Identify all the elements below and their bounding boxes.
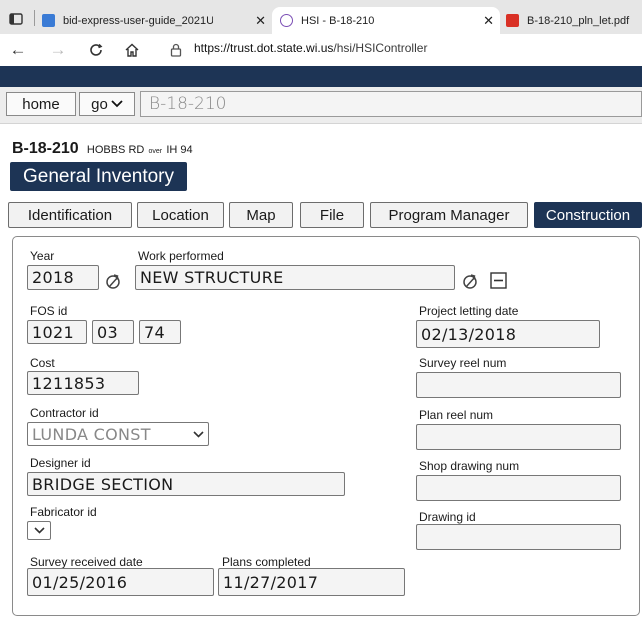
go-button[interactable]: go [79,92,135,116]
chevron-down-icon [111,100,123,108]
lock-icon[interactable] [168,42,184,58]
tab-actions-icon[interactable] [6,9,26,29]
shop-drawing-num-label: Shop drawing num [419,459,520,473]
plan-reel-num-label: Plan reel num [419,408,494,422]
plan-reel-num-field[interactable] [416,424,621,450]
contractor-id-value: LUNDA CONST [32,424,151,444]
tab-construction[interactable]: Construction [534,202,642,228]
drawing-id-label: Drawing id [419,510,476,524]
survey-received-date-label: Survey received date [30,555,143,569]
plans-completed-label: Plans completed [222,555,311,569]
structure-id: B-18-210 [12,140,79,157]
tab-identification[interactable]: Identification [8,202,132,228]
tab-title: HSI - B-18-210 [301,14,375,27]
designer-id-value: BRIDGE SECTION [32,474,174,494]
structure-title: B-18-210 HOBBS RD over IH 94 [12,140,193,158]
close-icon[interactable]: ✕ [483,13,500,29]
home-button[interactable]: home [6,92,76,116]
tab-title: B-18-210_pln_let.pdf [527,14,630,27]
chevron-down-icon [193,430,204,438]
designer-id-label: Designer id [30,456,91,470]
home-icon[interactable] [120,38,144,62]
work-performed-field[interactable]: NEW STRUCTURE [135,265,455,290]
forward-arrow-icon[interactable]: → [46,38,70,62]
browser-tab-pdf[interactable]: B-18-210_pln_let.pdf [506,7,642,34]
shop-drawing-num-field[interactable] [416,475,621,501]
browser-tab-bar: bid-express-user-guide_2021Up ✕ HSI - B-… [0,0,642,34]
work-performed-label: Work performed [138,249,224,263]
go-button-label: go [91,95,108,113]
contractor-id-select[interactable]: LUNDA CONST [27,422,209,446]
tab-map[interactable]: Map [229,202,293,228]
bridge-search-input[interactable]: B-18-210 [140,91,642,117]
pdf-favicon [506,14,519,27]
reset-work-icon[interactable] [460,271,480,291]
structure-over: over [148,148,163,155]
survey-received-date-value: 01/25/2016 [32,572,128,592]
fos-id-part1-field[interactable]: 1021 [27,320,87,344]
browser-tab-hsi[interactable]: HSI - B-18-210 ✕ [272,7,500,34]
url-path: /hsi/HSIController [333,41,428,55]
browser-tab-bid-express[interactable]: bid-express-user-guide_2021Up ✕ [42,7,272,34]
plans-completed-value: 11/27/2017 [223,572,319,592]
tab-file[interactable]: File [300,202,364,228]
fabricator-id-label: Fabricator id [30,505,97,519]
project-letting-date-value: 02/13/2018 [421,324,517,344]
chevron-down-icon [33,527,45,534]
section-title: General Inventory [10,162,187,191]
contractor-id-label: Contractor id [30,406,99,420]
fos-id-label: FOS id [30,304,68,318]
survey-reel-num-field[interactable] [416,372,621,398]
bridge-search-value: B-18-210 [149,94,227,114]
structure-road: HOBBS RD [86,144,145,156]
home-button-label: home [22,95,60,113]
reset-year-icon[interactable] [103,271,123,291]
survey-received-date-field[interactable]: 01/25/2016 [27,568,214,596]
plans-completed-field[interactable]: 11/27/2017 [218,568,405,596]
year-label: Year [30,249,55,263]
close-icon[interactable]: ✕ [255,13,272,29]
tab-title: bid-express-user-guide_2021Up [63,14,213,27]
fos-id-part2-field[interactable]: 03 [92,320,134,344]
project-letting-date-field[interactable]: 02/13/2018 [416,320,600,348]
tab-location[interactable]: Location [137,202,224,228]
year-value: 2018 [32,268,74,287]
bid-express-favicon [42,14,55,27]
work-performed-value: NEW STRUCTURE [140,268,284,287]
year-field[interactable]: 2018 [27,265,99,290]
drawing-id-field[interactable] [416,524,621,550]
hsi-favicon [280,14,293,27]
reload-icon[interactable] [84,38,108,62]
site-header-bar [0,66,642,87]
structure-feature: IH 94 [166,144,193,156]
back-arrow-icon[interactable]: ← [6,38,30,62]
designer-id-field[interactable]: BRIDGE SECTION [27,472,345,496]
url-host: https://trust.dot.state.wi.us [194,41,334,55]
survey-reel-num-label: Survey reel num [419,356,507,370]
project-letting-date-label: Project letting date [419,304,519,318]
tab-divider [34,10,35,26]
cost-label: Cost [30,356,55,370]
fos-id-part3-value: 74 [144,322,165,342]
fabricator-id-select[interactable] [27,521,51,540]
address-url[interactable]: https://trust.dot.state.wi.us/hsi/HSICon… [194,41,427,55]
fos-id-part3-field[interactable]: 74 [139,320,181,344]
fos-id-part1-value: 1021 [32,322,74,342]
collapse-icon[interactable] [489,271,507,289]
fos-id-part2-value: 03 [97,322,118,342]
cost-value: 1211853 [32,373,106,393]
cost-field[interactable]: 1211853 [27,371,139,395]
tab-program-manager[interactable]: Program Manager [370,202,528,228]
